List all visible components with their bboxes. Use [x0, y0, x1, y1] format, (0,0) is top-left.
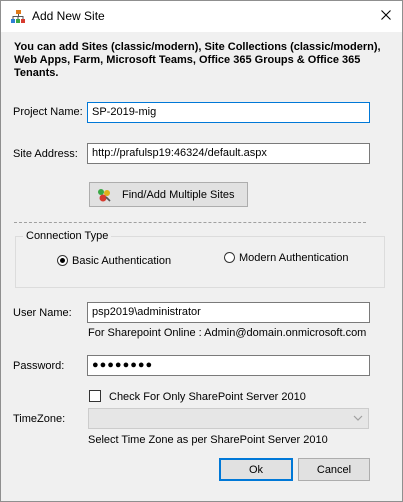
basic-authentication-label[interactable]: Basic Authentication: [72, 255, 171, 267]
cancel-button[interactable]: Cancel: [298, 458, 370, 481]
sites-icon: [96, 187, 112, 203]
find-add-multiple-sites-button[interactable]: Find/Add Multiple Sites: [89, 182, 248, 207]
user-name-label: User Name:: [13, 307, 72, 319]
intro-text: You can add Sites (classic/modern), Site…: [14, 41, 381, 79]
ok-button[interactable]: Ok: [219, 458, 293, 481]
password-input[interactable]: ●●●●●●●●: [87, 355, 370, 376]
close-icon: [381, 10, 391, 23]
modern-authentication-radio[interactable]: [224, 252, 235, 263]
user-name-input[interactable]: psp2019\administrator: [87, 302, 370, 323]
password-mask: ●●●●●●●●: [92, 359, 154, 371]
title-bar[interactable]: Add New Site: [1, 1, 402, 32]
connection-type-title: Connection Type: [23, 230, 112, 242]
section-divider: [14, 222, 366, 223]
project-name-label: Project Name:: [13, 106, 83, 118]
sp2010-checkbox[interactable]: [89, 390, 101, 402]
find-add-multiple-sites-label: Find/Add Multiple Sites: [122, 188, 235, 201]
basic-authentication-radio[interactable]: [57, 255, 68, 266]
timezone-hint: Select Time Zone as per SharePoint Serve…: [88, 434, 328, 446]
add-new-site-dialog: Add New Site You can add Sites (classic/…: [0, 0, 403, 502]
close-button[interactable]: [370, 1, 402, 32]
radio-selected-dot: [60, 258, 65, 263]
project-name-input[interactable]: SP-2019-mig: [87, 102, 370, 123]
timezone-select[interactable]: [88, 408, 369, 429]
sitemap-icon: [10, 9, 26, 25]
password-label: Password:: [13, 360, 65, 372]
modern-authentication-label[interactable]: Modern Authentication: [239, 252, 348, 264]
user-name-hint: For Sharepoint Online : Admin@domain.onm…: [88, 327, 367, 339]
chevron-down-icon: [353, 413, 363, 423]
window-title: Add New Site: [32, 9, 105, 23]
timezone-label: TimeZone:: [13, 413, 66, 425]
sp2010-checkbox-label[interactable]: Check For Only SharePoint Server 2010: [109, 391, 306, 403]
site-address-input[interactable]: http://prafulsp19:46324/default.aspx: [87, 143, 370, 164]
site-address-label: Site Address:: [13, 148, 78, 160]
